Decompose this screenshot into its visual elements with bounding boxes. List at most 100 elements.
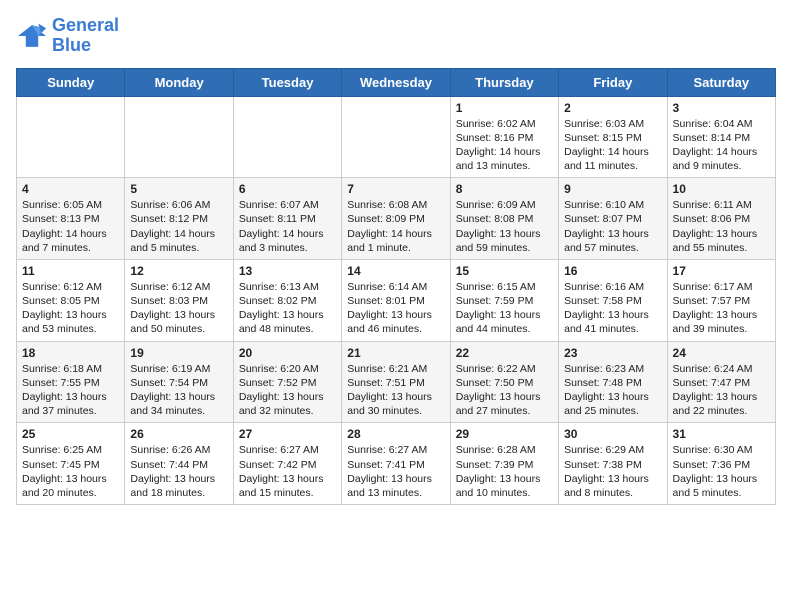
day-info: Sunrise: 6:23 AM Sunset: 7:48 PM Dayligh… [564, 362, 661, 419]
day-number: 22 [456, 346, 553, 360]
day-info: Sunrise: 6:12 AM Sunset: 8:05 PM Dayligh… [22, 280, 119, 337]
calendar-cell: 21 Sunrise: 6:21 AM Sunset: 7:51 PM Dayli… [342, 341, 450, 423]
calendar-cell: 7 Sunrise: 6:08 AM Sunset: 8:09 PM Daylig… [342, 178, 450, 260]
day-number: 16 [564, 264, 661, 278]
day-info: Sunrise: 6:14 AM Sunset: 8:01 PM Dayligh… [347, 280, 444, 337]
day-info: Sunrise: 6:25 AM Sunset: 7:45 PM Dayligh… [22, 443, 119, 500]
day-number: 6 [239, 182, 336, 196]
calendar-cell: 5Sunrise: 6:06 AM Sunset: 8:12 PM Daylig… [125, 178, 233, 260]
day-number: 14 [347, 264, 444, 278]
day-number: 2 [564, 101, 661, 115]
logo: General Blue [16, 16, 119, 56]
day-number: 29 [456, 427, 553, 441]
calendar-cell: 16 Sunrise: 6:16 AM Sunset: 7:58 PM Dayli… [559, 259, 667, 341]
day-number: 1 [456, 101, 553, 115]
logo-icon [16, 22, 48, 50]
day-info: Sunrise: 6:21 AM Sunset: 7:51 PM Dayligh… [347, 362, 444, 419]
day-info: Sunrise: 6:04 AM Sunset: 8:14 PM Dayligh… [673, 117, 770, 174]
day-info: Sunrise: 6:12 AM Sunset: 8:03 PM Dayligh… [130, 280, 227, 337]
calendar-cell: 12 Sunrise: 6:12 AM Sunset: 8:03 PM Dayli… [125, 259, 233, 341]
calendar-week-row: 25 Sunrise: 6:25 AM Sunset: 7:45 PM Dayli… [17, 423, 776, 505]
logo-text: General Blue [52, 16, 119, 56]
calendar-cell: 14 Sunrise: 6:14 AM Sunset: 8:01 PM Dayli… [342, 259, 450, 341]
day-info: Sunrise: 6:29 AM Sunset: 7:38 PM Dayligh… [564, 443, 661, 500]
day-info: Sunrise: 6:02 AM Sunset: 8:16 PM Dayligh… [456, 117, 553, 174]
calendar-cell: 20Sunrise: 6:20 AM Sunset: 7:52 PM Dayli… [233, 341, 341, 423]
day-number: 9 [564, 182, 661, 196]
logo-general: General [52, 15, 119, 35]
day-number: 8 [456, 182, 553, 196]
page-header: General Blue [16, 16, 776, 56]
day-info: Sunrise: 6:08 AM Sunset: 8:09 PM Dayligh… [347, 198, 444, 255]
calendar-cell: 3 Sunrise: 6:04 AM Sunset: 8:14 PM Daylig… [667, 96, 775, 178]
calendar-cell: 6Sunrise: 6:07 AM Sunset: 8:11 PM Daylig… [233, 178, 341, 260]
calendar-cell: 4Sunrise: 6:05 AM Sunset: 8:13 PM Daylig… [17, 178, 125, 260]
weekday-header-friday: Friday [559, 68, 667, 96]
day-number: 24 [673, 346, 770, 360]
calendar-week-row: 4Sunrise: 6:05 AM Sunset: 8:13 PM Daylig… [17, 178, 776, 260]
weekday-header-tuesday: Tuesday [233, 68, 341, 96]
day-info: Sunrise: 6:09 AM Sunset: 8:08 PM Dayligh… [456, 198, 553, 255]
calendar-cell: 29 Sunrise: 6:28 AM Sunset: 7:39 PM Dayli… [450, 423, 558, 505]
day-number: 4 [22, 182, 119, 196]
day-number: 3 [673, 101, 770, 115]
calendar-cell: 17Sunrise: 6:17 AM Sunset: 7:57 PM Dayli… [667, 259, 775, 341]
calendar-cell: 9 Sunrise: 6:10 AM Sunset: 8:07 PM Daylig… [559, 178, 667, 260]
calendar-cell: 1 Sunrise: 6:02 AM Sunset: 8:16 PM Daylig… [450, 96, 558, 178]
day-info: Sunrise: 6:19 AM Sunset: 7:54 PM Dayligh… [130, 362, 227, 419]
day-info: Sunrise: 6:24 AM Sunset: 7:47 PM Dayligh… [673, 362, 770, 419]
day-number: 13 [239, 264, 336, 278]
calendar-cell: 25 Sunrise: 6:25 AM Sunset: 7:45 PM Dayli… [17, 423, 125, 505]
calendar-cell: 23 Sunrise: 6:23 AM Sunset: 7:48 PM Dayli… [559, 341, 667, 423]
weekday-header-monday: Monday [125, 68, 233, 96]
calendar-cell: 19 Sunrise: 6:19 AM Sunset: 7:54 PM Dayli… [125, 341, 233, 423]
day-number: 28 [347, 427, 444, 441]
day-number: 23 [564, 346, 661, 360]
day-number: 12 [130, 264, 227, 278]
calendar-cell: 31 Sunrise: 6:30 AM Sunset: 7:36 PM Dayli… [667, 423, 775, 505]
day-number: 7 [347, 182, 444, 196]
day-info: Sunrise: 6:18 AM Sunset: 7:55 PM Dayligh… [22, 362, 119, 419]
day-number: 20 [239, 346, 336, 360]
calendar-cell [17, 96, 125, 178]
day-number: 5 [130, 182, 227, 196]
weekday-header-sunday: Sunday [17, 68, 125, 96]
day-number: 19 [130, 346, 227, 360]
calendar-cell: 28 Sunrise: 6:27 AM Sunset: 7:41 PM Dayli… [342, 423, 450, 505]
day-number: 30 [564, 427, 661, 441]
weekday-header-row: SundayMondayTuesdayWednesdayThursdayFrid… [17, 68, 776, 96]
day-info: Sunrise: 6:22 AM Sunset: 7:50 PM Dayligh… [456, 362, 553, 419]
day-number: 17 [673, 264, 770, 278]
day-number: 25 [22, 427, 119, 441]
day-info: Sunrise: 6:30 AM Sunset: 7:36 PM Dayligh… [673, 443, 770, 500]
day-info: Sunrise: 6:28 AM Sunset: 7:39 PM Dayligh… [456, 443, 553, 500]
calendar-cell: 11 Sunrise: 6:12 AM Sunset: 8:05 PM Dayli… [17, 259, 125, 341]
calendar-table: SundayMondayTuesdayWednesdayThursdayFrid… [16, 68, 776, 505]
calendar-cell: 24 Sunrise: 6:24 AM Sunset: 7:47 PM Dayli… [667, 341, 775, 423]
day-number: 18 [22, 346, 119, 360]
calendar-cell: 15Sunrise: 6:15 AM Sunset: 7:59 PM Dayli… [450, 259, 558, 341]
calendar-cell: 10Sunrise: 6:11 AM Sunset: 8:06 PM Dayli… [667, 178, 775, 260]
calendar-cell: 26 Sunrise: 6:26 AM Sunset: 7:44 PM Dayli… [125, 423, 233, 505]
calendar-cell: 30 Sunrise: 6:29 AM Sunset: 7:38 PM Dayli… [559, 423, 667, 505]
calendar-cell: 13Sunrise: 6:13 AM Sunset: 8:02 PM Dayli… [233, 259, 341, 341]
day-info: Sunrise: 6:03 AM Sunset: 8:15 PM Dayligh… [564, 117, 661, 174]
day-info: Sunrise: 6:16 AM Sunset: 7:58 PM Dayligh… [564, 280, 661, 337]
calendar-cell: 8 Sunrise: 6:09 AM Sunset: 8:08 PM Daylig… [450, 178, 558, 260]
calendar-cell [125, 96, 233, 178]
day-info: Sunrise: 6:27 AM Sunset: 7:42 PM Dayligh… [239, 443, 336, 500]
day-info: Sunrise: 6:27 AM Sunset: 7:41 PM Dayligh… [347, 443, 444, 500]
day-info: Sunrise: 6:10 AM Sunset: 8:07 PM Dayligh… [564, 198, 661, 255]
logo-blue: Blue [52, 35, 91, 55]
day-number: 31 [673, 427, 770, 441]
calendar-header: SundayMondayTuesdayWednesdayThursdayFrid… [17, 68, 776, 96]
calendar-cell: 2 Sunrise: 6:03 AM Sunset: 8:15 PM Daylig… [559, 96, 667, 178]
day-number: 10 [673, 182, 770, 196]
day-info: Sunrise: 6:26 AM Sunset: 7:44 PM Dayligh… [130, 443, 227, 500]
calendar-week-row: 11 Sunrise: 6:12 AM Sunset: 8:05 PM Dayli… [17, 259, 776, 341]
day-number: 21 [347, 346, 444, 360]
weekday-header-wednesday: Wednesday [342, 68, 450, 96]
day-number: 11 [22, 264, 119, 278]
day-number: 26 [130, 427, 227, 441]
calendar-cell: 22 Sunrise: 6:22 AM Sunset: 7:50 PM Dayli… [450, 341, 558, 423]
